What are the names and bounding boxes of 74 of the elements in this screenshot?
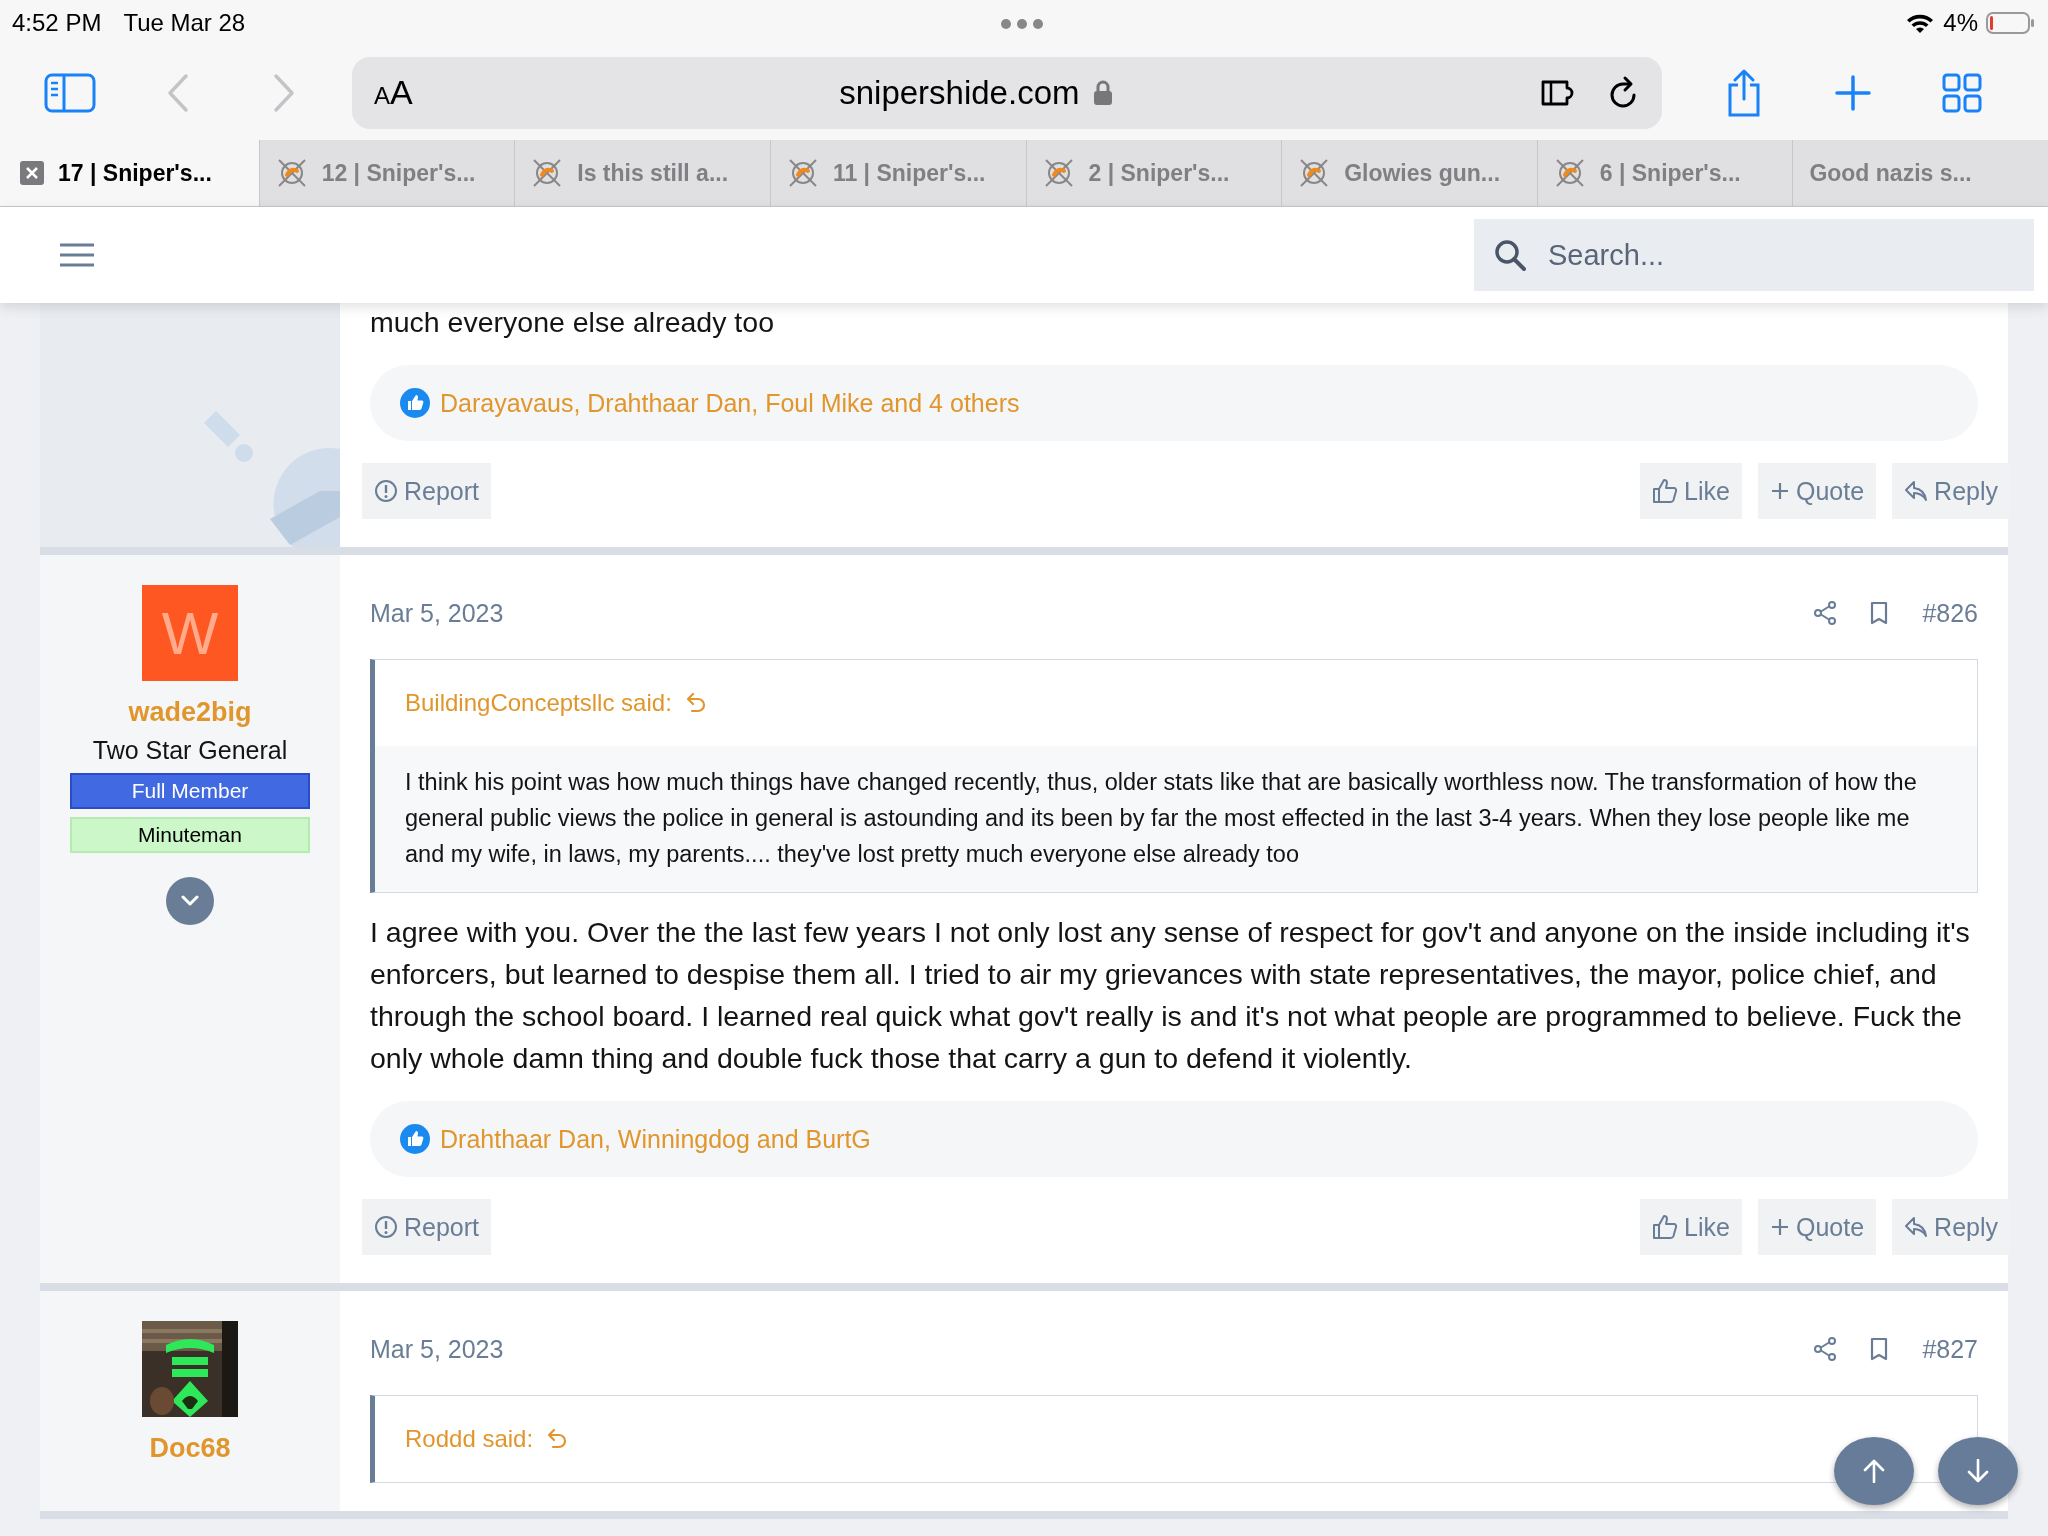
sidebar-icon[interactable] [44,72,96,113]
tab-overview-icon[interactable] [1942,72,1982,113]
plus-icon [1769,481,1790,501]
report-button[interactable]: Report [362,463,492,519]
like-badge-icon [400,388,430,418]
user-title: Two Star General [92,736,288,765]
expand-button[interactable] [166,877,214,925]
post-date[interactable]: Mar 5, 2023 [370,598,504,628]
reticle-icon [1042,157,1075,189]
quote-button[interactable]: Quote [1757,463,1877,519]
url-text[interactable]: snipershide.com [839,73,1080,112]
quote-text: I think his point was how much things have changed recently, thus, older stats like that are basically worthless now. The transformation of how the general public views the police in general is astounding and its been by far the most effected in the last 3-4 years. When they lose people like me and my wife, in laws, my parents.... they've lost pretty much everyone else already too [375,746,1977,892]
reply-button[interactable]: Reply [1892,463,2010,519]
browser-tab[interactable]: Is this still a... [514,140,770,206]
search-icon [1494,239,1526,271]
like-badge-icon [400,1124,430,1154]
status-time: 4:52 PM [12,8,102,37]
more-dots-icon[interactable] [1000,18,1044,30]
arrow-down-icon [1967,1459,1989,1483]
reticle-icon [1298,157,1331,189]
username[interactable]: wade2big [128,697,252,728]
browser-tab[interactable]: Good nazis s... [1792,140,2048,206]
menu-icon[interactable] [60,243,94,267]
reticle-icon [1553,157,1586,189]
reticle-icon [786,157,819,189]
reticle-icon [275,157,308,189]
browser-tab[interactable]: 6 | Sniper's... [1536,140,1793,206]
lock-icon [1093,79,1114,106]
post-number[interactable]: #826 [1922,598,1978,628]
share-icon[interactable] [1814,1337,1837,1361]
browser-tab[interactable]: 17 | Sniper's... [0,140,259,206]
quote-author[interactable]: Roddd said: [405,1425,534,1453]
reaction-names[interactable]: Drahthaar Dan, Winningdog and BurtG [440,1124,871,1154]
text-size-button[interactable]: AA [374,73,413,112]
thumbs-up-icon [1652,478,1679,504]
report-button[interactable]: Report [362,1199,492,1255]
user-banner: Full Member [70,773,310,809]
like-button[interactable]: Like [1640,463,1742,519]
share-icon[interactable] [1814,601,1837,625]
like-button[interactable]: Like [1640,1199,1742,1255]
browser-tab[interactable]: Glowies gun... [1281,140,1537,206]
status-date: Tue Mar 28 [123,8,246,37]
thumbs-up-icon [1652,1214,1679,1240]
return-arrow-icon[interactable] [685,692,706,714]
browser-tab[interactable]: 12 | Sniper's... [258,140,515,206]
browser-tab[interactable]: 2 | Sniper's... [1025,140,1282,206]
user-banner: Minuteman [70,817,310,853]
reaction-names[interactable]: Darayavaus, Drahthaar Dan, Foul Mike and 4 others [440,388,1020,418]
battery-percent: 4% [1943,8,1978,37]
search-field[interactable]: Search... [1474,219,2034,291]
post-number[interactable]: #827 [1922,1334,1978,1364]
return-arrow-icon[interactable] [547,1428,568,1450]
arrow-up-icon [1863,1459,1885,1483]
plus-icon[interactable] [1834,73,1872,112]
alert-icon [374,479,398,503]
reply-button[interactable]: Reply [1892,1199,2010,1255]
battery-icon [1986,10,2036,35]
plus-icon [1769,1217,1790,1237]
post-text: much everyone else already too [370,305,775,340]
reticle-icon [531,157,564,189]
address-bar[interactable]: AA snipershide.com [352,56,1662,129]
browser-tab[interactable]: 11 | Sniper's... [769,140,1026,206]
alert-icon [374,1215,398,1239]
username[interactable]: Doc68 [149,1433,231,1464]
quote-button[interactable]: Quote [1757,1199,1877,1255]
bookmark-icon[interactable] [1870,1337,1889,1361]
reply-arrow-icon [1904,1216,1929,1238]
close-icon[interactable] [20,161,44,185]
bookmark-icon[interactable] [1870,601,1889,625]
post-text: I agree with you. Over the the last few years I not only lost any sense of respect for gov't and anyone on the inside including it's enforcers, but learned to despise them all. I tried to air my grievances with state representatives, the mayor, police chief, and through the school board. I learned real quick what gov't really is and it's not what people are programmed to believe. Fuck the only whole damn thing and double fuck those that carry a gun to defend it violently. [370,915,1971,1076]
quote-author[interactable]: BuildingConceptsllc said: [405,689,672,717]
reply-arrow-icon [1904,480,1929,502]
chevron-down-icon [181,895,199,907]
post-date[interactable]: Mar 5, 2023 [370,1334,504,1364]
